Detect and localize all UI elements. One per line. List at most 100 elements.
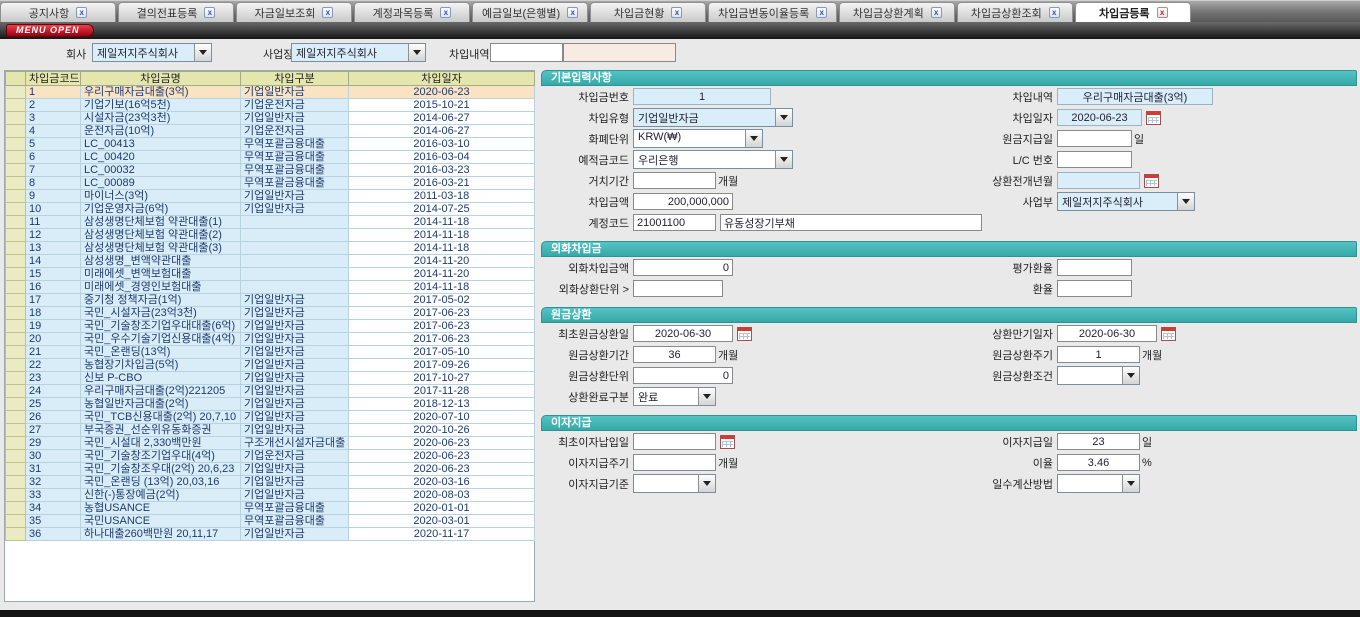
cell-code[interactable]: 15 [26,268,81,281]
table-row[interactable]: 4운전자금(10억)기업운전자금2014-06-27 [6,125,535,138]
cell-code[interactable]: 7 [26,164,81,177]
cell-code[interactable]: 14 [26,255,81,268]
cell-name[interactable]: 마이너스(3억) [81,190,241,203]
loan-detail-name-input[interactable] [563,43,676,62]
table-row[interactable]: 33신한(-)통장예금(2억)기업일반자금2020-08-03 [6,489,535,502]
row-indicator[interactable] [6,125,26,138]
table-row[interactable]: 1우리구매자금대출(3억)기업일반자금2020-06-23 [6,86,535,99]
cell-date[interactable]: 2020-08-03 [349,489,535,502]
cell-date[interactable]: 2014-07-25 [349,203,535,216]
cell-date[interactable]: 2014-06-27 [349,125,535,138]
row-indicator[interactable] [6,190,26,203]
close-icon[interactable]: x [1157,7,1168,18]
principal-cond-select[interactable] [1057,366,1140,385]
cell-date[interactable]: 2020-06-23 [349,437,535,450]
principal-pay-day-field[interactable] [1057,130,1132,147]
cell-code[interactable]: 1 [26,86,81,99]
loan-detail-input[interactable] [490,43,563,62]
table-row[interactable]: 14삼성생명_변액약관대출2014-11-20 [6,255,535,268]
cell-name[interactable]: LC_00413 [81,138,241,151]
row-indicator[interactable] [6,476,26,489]
cell-type[interactable] [241,255,349,268]
row-indicator[interactable] [6,333,26,346]
deposit-code-select[interactable]: 우리은행 [633,150,793,169]
table-row[interactable]: 21국민_온랜딩(13억)기업일반자금2017-05-10 [6,346,535,359]
principal-cycle-field[interactable] [1057,346,1140,363]
table-row[interactable]: 32국민_온랜딩 (13억) 20,03,16기업일반자금2020-03-16 [6,476,535,489]
cell-type[interactable]: 구조개선시설자금대출 [241,437,349,450]
close-icon[interactable]: x [204,7,215,18]
cell-date[interactable]: 2017-10-27 [349,372,535,385]
cell-type[interactable] [241,216,349,229]
interest-rate-field[interactable] [1057,454,1140,471]
table-row[interactable]: 19국민_기술창조기업우대대출(6억)기업일반자금2017-06-23 [6,320,535,333]
table-row[interactable]: 6LC_00420무역포괄금융대출2016-03-04 [6,151,535,164]
interest-day-field[interactable] [1057,433,1140,450]
currency-select[interactable]: KRW(₩) [633,129,763,148]
loan-type-select[interactable]: 기업일반자금 [633,108,793,127]
row-indicator[interactable] [6,515,26,528]
cell-name[interactable]: LC_00089 [81,177,241,190]
tab-4[interactable]: 계정과목등록x [354,2,470,22]
cell-name[interactable]: 국민_온랜딩(13억) [81,346,241,359]
cell-date[interactable]: 2014-11-18 [349,281,535,294]
cell-name[interactable]: 국민_기술창조기업우대대출(6억) [81,320,241,333]
cell-type[interactable]: 기업일반자금 [241,333,349,346]
row-indicator[interactable] [6,268,26,281]
principal-unit-field[interactable] [633,367,733,384]
cell-name[interactable]: 우리구매자금대출(2억)221205 [81,385,241,398]
col-header-loan-type[interactable]: 차입구분 [241,72,349,86]
cell-name[interactable]: 하나대출260백만원 20,11,17 [81,528,241,541]
row-indicator[interactable] [6,229,26,242]
close-icon[interactable]: x [440,7,451,18]
row-indicator[interactable] [6,424,26,437]
chevron-down-icon[interactable] [1177,193,1194,210]
cell-date[interactable]: 2014-11-20 [349,255,535,268]
row-indicator[interactable] [6,242,26,255]
cell-name[interactable]: 기업운영자금(6억) [81,203,241,216]
cell-type[interactable]: 기업일반자금 [241,320,349,333]
cell-date[interactable]: 2020-03-16 [349,476,535,489]
repay-complete-select[interactable]: 완료 [633,387,716,406]
chevron-down-icon[interactable] [745,130,762,147]
cell-name[interactable]: 국민_우수기술기업신용대출(4억) [81,333,241,346]
col-header-loan-code[interactable]: 차입금코드 [26,72,81,86]
table-row[interactable]: 11삼성생명단체보험 약관대출(1)2014-11-18 [6,216,535,229]
row-indicator[interactable] [6,307,26,320]
close-icon[interactable]: x [1049,7,1060,18]
cell-name[interactable]: 부국증권_선순위유동화증권 [81,424,241,437]
cell-name[interactable]: 국민_TCB신용대출(2억) 20,7,10 [81,411,241,424]
table-row[interactable]: 24우리구매자금대출(2억)221205기업일반자금2017-11-28 [6,385,535,398]
cell-name[interactable]: 삼성생명단체보험 약관대출(3) [81,242,241,255]
cell-code[interactable]: 10 [26,203,81,216]
row-indicator[interactable] [6,99,26,112]
cell-date[interactable]: 2017-05-02 [349,294,535,307]
cell-code[interactable]: 6 [26,151,81,164]
cell-type[interactable]: 기업일반자금 [241,112,349,125]
row-indicator[interactable] [6,86,26,99]
loan-date-field[interactable] [1057,109,1142,126]
row-indicator[interactable] [6,294,26,307]
cell-code[interactable]: 25 [26,398,81,411]
cell-code[interactable]: 36 [26,528,81,541]
cell-name[interactable]: 삼성생명단체보험 약관대출(2) [81,229,241,242]
cell-name[interactable]: 농협장기차입금(5억) [81,359,241,372]
cell-date[interactable]: 2020-11-17 [349,528,535,541]
cell-date[interactable]: 2017-06-23 [349,320,535,333]
cell-date[interactable]: 2020-07-10 [349,411,535,424]
cell-type[interactable]: 기업일반자금 [241,463,349,476]
cell-name[interactable]: 운전자금(10억) [81,125,241,138]
chevron-down-icon[interactable] [194,44,211,61]
tab-7[interactable]: 차입금변동이율등록x [708,2,837,22]
cell-code[interactable]: 24 [26,385,81,398]
calendar-icon[interactable] [1144,174,1159,188]
cell-type[interactable]: 무역포괄금융대출 [241,177,349,190]
calendar-icon[interactable] [737,327,752,341]
col-header-loan-name[interactable]: 차입금명 [81,72,241,86]
cell-name[interactable]: LC_00032 [81,164,241,177]
eval-rate-field[interactable] [1057,259,1132,276]
cell-type[interactable]: 기업운전자금 [241,450,349,463]
cell-type[interactable]: 기업일반자금 [241,398,349,411]
cell-type[interactable]: 기업일반자금 [241,307,349,320]
table-row[interactable]: 30국민_기술창조기업우대(4억)기업운전자금2020-06-23 [6,450,535,463]
